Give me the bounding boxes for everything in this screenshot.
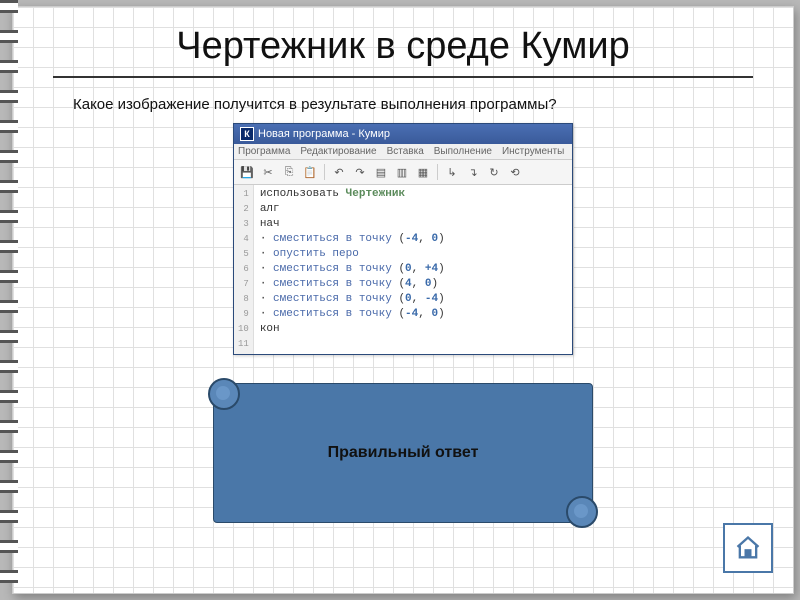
menu-item[interactable]: Программа bbox=[238, 146, 290, 157]
redo-icon[interactable]: ↷ bbox=[351, 163, 369, 181]
code-line: · опустить перо bbox=[260, 247, 445, 262]
titlebar: К Новая программа - Кумир bbox=[234, 124, 572, 144]
code-line: кон bbox=[260, 322, 445, 337]
question-text: Какое изображение получится в результате… bbox=[73, 96, 793, 113]
undo-icon[interactable]: ↶ bbox=[330, 163, 348, 181]
scroll-ornament-icon bbox=[208, 378, 240, 410]
kumir-window: К Новая программа - Кумир Программа Редак… bbox=[233, 123, 573, 355]
line-number: 5 bbox=[238, 247, 249, 262]
line-number: 4 bbox=[238, 232, 249, 247]
menu-item[interactable]: Редактирование bbox=[300, 146, 376, 157]
slide-title: Чертежник в среде Кумир bbox=[53, 7, 753, 78]
menu-item[interactable]: Выполнение bbox=[434, 146, 492, 157]
code-line: · сместиться в точку (-4, 0) bbox=[260, 307, 445, 322]
window-title: Новая программа - Кумир bbox=[258, 128, 390, 140]
step-into-icon[interactable]: ↴ bbox=[464, 163, 482, 181]
paste-icon[interactable]: 📋 bbox=[301, 163, 319, 181]
toolbar: 💾✂⎘📋 ↶↷▤▥▦ ↳↴↻⟲ bbox=[234, 160, 572, 185]
menubar: Программа Редактирование Вставка Выполнение… bbox=[234, 144, 572, 160]
code-line: · сместиться в точку (4, 0) bbox=[260, 277, 445, 292]
menu-item[interactable]: Инструменты bbox=[502, 146, 564, 157]
doc3-icon[interactable]: ▦ bbox=[414, 163, 432, 181]
toolbar-separator bbox=[324, 164, 325, 180]
code-line: · сместиться в точку (0, -4) bbox=[260, 292, 445, 307]
line-number: 9 bbox=[238, 307, 249, 322]
scroll-ornament-icon bbox=[566, 496, 598, 528]
code-line: нач bbox=[260, 217, 445, 232]
line-number: 2 bbox=[238, 202, 249, 217]
stop-icon[interactable]: ⟲ bbox=[506, 163, 524, 181]
step-over-icon[interactable]: ↳ bbox=[443, 163, 461, 181]
home-icon bbox=[734, 534, 762, 562]
menu-item[interactable]: Вставка bbox=[387, 146, 424, 157]
code-editor: 1234567891011 использовать Чертежникалгн… bbox=[234, 185, 572, 354]
line-number: 3 bbox=[238, 217, 249, 232]
code-line: алг bbox=[260, 202, 445, 217]
line-number: 8 bbox=[238, 292, 249, 307]
code-line: использовать Чертежник bbox=[260, 187, 445, 202]
line-number: 11 bbox=[238, 337, 249, 352]
answer-box[interactable]: Правильный ответ bbox=[213, 383, 593, 523]
line-number: 6 bbox=[238, 262, 249, 277]
cut-icon[interactable]: ✂ bbox=[259, 163, 277, 181]
line-number: 1 bbox=[238, 187, 249, 202]
code-line bbox=[260, 337, 445, 352]
save-icon[interactable]: 💾 bbox=[238, 163, 256, 181]
toolbar-separator bbox=[437, 164, 438, 180]
line-number: 10 bbox=[238, 322, 249, 337]
home-button[interactable] bbox=[723, 523, 773, 573]
answer-label: Правильный ответ bbox=[328, 444, 479, 462]
app-icon: К bbox=[240, 127, 254, 141]
code-line: · сместиться в точку (-4, 0) bbox=[260, 232, 445, 247]
line-number: 7 bbox=[238, 277, 249, 292]
run-icon[interactable]: ↻ bbox=[485, 163, 503, 181]
copy-icon[interactable]: ⎘ bbox=[280, 163, 298, 181]
doc1-icon[interactable]: ▤ bbox=[372, 163, 390, 181]
code-line: · сместиться в точку (0, +4) bbox=[260, 262, 445, 277]
doc2-icon[interactable]: ▥ bbox=[393, 163, 411, 181]
